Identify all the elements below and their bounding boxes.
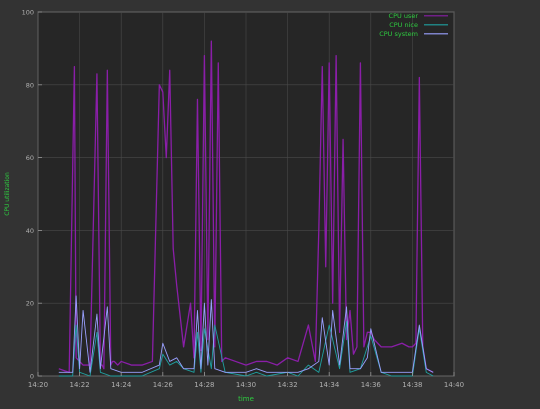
x-tick-label: 14:24 bbox=[111, 381, 132, 389]
y-tick-label: 20 bbox=[26, 300, 34, 308]
legend: CPU userCPU niceCPU system bbox=[379, 12, 448, 38]
x-tick-label: 14:36 bbox=[361, 381, 382, 389]
x-tick-label: 14:20 bbox=[28, 381, 48, 389]
x-tick-label: 14:28 bbox=[194, 381, 214, 389]
chart-svg: 14:20 14:22 14:24 14:26 14:28 14:30 14:32 14:34… bbox=[4, 9, 464, 404]
legend-label-cpu-nice: CPU nice bbox=[389, 21, 418, 29]
x-tick-label: 14:40 bbox=[444, 381, 464, 389]
y-tick-label: 40 bbox=[26, 227, 34, 235]
y-tick-label: 60 bbox=[26, 154, 34, 162]
x-tick-label: 14:22 bbox=[70, 381, 90, 389]
x-tick-label: 14:38 bbox=[402, 381, 422, 389]
x-tick-label: 14:32 bbox=[278, 381, 298, 389]
x-tick-label: 14:34 bbox=[319, 381, 340, 389]
legend-label-cpu-user: CPU user bbox=[389, 12, 419, 20]
legend-label-cpu-system: CPU system bbox=[379, 30, 418, 38]
y-tick-label: 0 bbox=[30, 373, 34, 381]
y-axis-label: CPU utilization bbox=[4, 172, 11, 216]
x-tick-label: 14:30 bbox=[236, 381, 256, 389]
cpu-chart: 14:20 14:22 14:24 14:26 14:28 14:30 14:32 14:34… bbox=[0, 0, 540, 405]
y-tick-label: 80 bbox=[26, 81, 34, 89]
x-tick-label: 14:26 bbox=[153, 381, 174, 389]
y-tick-label: 100 bbox=[22, 9, 34, 17]
x-axis-label: time bbox=[238, 395, 254, 403]
